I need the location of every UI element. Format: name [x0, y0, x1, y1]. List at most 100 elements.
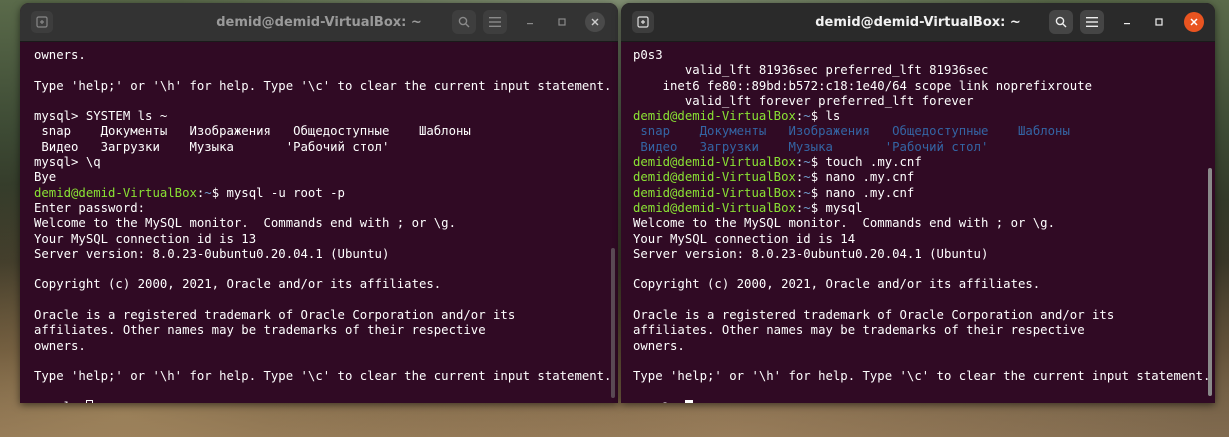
command-text: ls	[825, 109, 841, 124]
terminal-line: Welcome to the MySQL monitor. Commands e…	[633, 216, 1215, 231]
output-text: mysql> SYSTEM ls ~	[34, 109, 168, 124]
terminal-line: inet6 fe80::89bd:b572:c18:1e40/64 scope …	[633, 79, 1215, 94]
terminal-line: mysql> SYSTEM ls ~	[34, 109, 618, 124]
terminal-output[interactable]: owners. Type 'help;' or '\h' for help. Ty…	[20, 42, 618, 403]
prompt-user: demid@demid-VirtualBox	[34, 185, 197, 200]
terminal-line: demid@demid-VirtualBox:~$ touch .my.cnf	[633, 155, 1215, 170]
terminal-line: mysql>	[633, 399, 1215, 403]
command-text: touch .my.cnf	[825, 155, 922, 170]
maximize-icon[interactable]	[1149, 12, 1169, 32]
terminal-output[interactable]: p0s3 valid_lft 81936sec preferred_lft 81…	[621, 42, 1215, 403]
terminal-line: Enter password:	[34, 201, 618, 216]
output-text: Enter password:	[34, 200, 146, 215]
prompt-path: ~	[803, 109, 811, 124]
directory-entry: Общедоступные	[869, 124, 989, 139]
prompt-user: demid@demid-VirtualBox	[633, 170, 796, 185]
directory-entry: Документы	[670, 124, 767, 139]
output-text: mysql>	[34, 400, 86, 403]
directory-entry: Изображения	[766, 124, 870, 139]
output-text: snap Документы Изображения Общедоступные…	[34, 124, 471, 139]
directory-entry: 'Рабочий стол'	[832, 139, 989, 154]
command-text: mysql	[825, 200, 863, 215]
terminal-line: Welcome to the MySQL monitor. Commands e…	[34, 216, 618, 231]
terminal-line: Your MySQL connection id is 13	[34, 232, 618, 247]
output-text: valid_lft forever preferred_lft forever	[633, 93, 974, 108]
hamburger-menu-icon[interactable]	[483, 10, 507, 34]
prompt-symbol: $	[211, 185, 227, 200]
terminal-line: Type 'help;' or '\h' for help. Type '\c'…	[34, 369, 618, 384]
output-text: valid_lft 81936sec preferred_lft 81936se…	[633, 63, 989, 78]
terminal-line: owners.	[34, 48, 618, 63]
directory-entry: snap	[633, 124, 671, 139]
terminal-window-left[interactable]: demid@demid-VirtualBox: ~ owners. Type 'h…	[20, 3, 618, 403]
search-icon[interactable]	[452, 10, 476, 34]
output-text: Type 'help;' or '\h' for help. Type '\c'…	[34, 78, 612, 93]
prompt-symbol: $	[810, 170, 826, 185]
prompt-symbol: $	[810, 155, 826, 170]
terminal-line: Copyright (c) 2000, 2021, Oracle and/or …	[34, 277, 618, 292]
close-icon[interactable]	[1184, 12, 1204, 32]
output-text: mysql>	[633, 401, 685, 403]
output-text: Oracle is a registered trademark of Orac…	[34, 308, 516, 323]
output-text: Copyright (c) 2000, 2021, Oracle and/or …	[34, 277, 442, 292]
terminal-line: owners.	[633, 339, 1215, 354]
terminal-line: mysql>	[34, 399, 618, 403]
terminal-line: mysql> \q	[34, 155, 618, 170]
output-text: affiliates. Other names may be trademark…	[34, 323, 486, 338]
prompt-symbol: $	[810, 109, 826, 124]
terminal-line: snap Документы Изображения Общедоступные…	[633, 124, 1215, 139]
output-text: Welcome to the MySQL monitor. Commands e…	[633, 216, 1055, 231]
terminal-line: demid@demid-VirtualBox:~$ nano .my.cnf	[633, 170, 1215, 185]
output-text: Your MySQL connection id is 14	[633, 231, 856, 246]
directory-entry: Загрузки	[677, 139, 759, 154]
terminal-line: demid@demid-VirtualBox:~$ mysql	[633, 201, 1215, 216]
prompt-path: ~	[803, 170, 811, 185]
terminal-line: valid_lft forever preferred_lft forever	[633, 94, 1215, 109]
scrollbar[interactable]	[1208, 168, 1212, 396]
command-text: mysql -u root -p	[226, 185, 345, 200]
close-icon[interactable]	[585, 12, 605, 32]
output-text: Type 'help;' or '\h' for help. Type '\c'…	[633, 369, 1211, 384]
terminal-line: p0s3	[633, 48, 1215, 63]
terminal-line: Видео Загрузки Музыка 'Рабочий стол'	[34, 140, 618, 155]
scrollbar[interactable]	[611, 248, 615, 398]
output-text: Welcome to the MySQL monitor. Commands e…	[34, 216, 456, 231]
prompt-path: ~	[803, 155, 811, 170]
search-icon[interactable]	[1049, 10, 1073, 34]
output-text: Your MySQL connection id is 13	[34, 231, 257, 246]
output-text: Server version: 8.0.23-0ubuntu0.20.04.1 …	[34, 246, 390, 261]
terminal-window-right[interactable]: demid@demid-VirtualBox: ~ p0s3 valid_lft…	[621, 3, 1215, 403]
titlebar[interactable]: demid@demid-VirtualBox: ~	[621, 3, 1215, 42]
minimize-icon[interactable]	[520, 12, 540, 32]
output-text: Copyright (c) 2000, 2021, Oracle and/or …	[633, 277, 1041, 292]
terminal-line: affiliates. Other names may be trademark…	[633, 323, 1215, 338]
terminal-line: owners.	[34, 339, 618, 354]
terminal-line: Bye	[34, 170, 618, 185]
terminal-line: Oracle is a registered trademark of Orac…	[633, 308, 1215, 323]
terminal-line: affiliates. Other names may be trademark…	[34, 323, 618, 338]
prompt-symbol: $	[810, 185, 826, 200]
output-text: owners.	[34, 338, 86, 353]
maximize-icon[interactable]	[552, 12, 572, 32]
output-text: Bye	[34, 170, 57, 185]
output-text: Видео Загрузки Музыка 'Рабочий стол'	[34, 139, 390, 154]
prompt-user: demid@demid-VirtualBox	[633, 185, 796, 200]
prompt-path: ~	[803, 185, 811, 200]
prompt-user: demid@demid-VirtualBox	[633, 109, 796, 124]
hamburger-menu-icon[interactable]	[1080, 10, 1104, 34]
minimize-icon[interactable]	[1117, 12, 1137, 32]
prompt-path: ~	[204, 185, 212, 200]
output-text: p0s3	[633, 48, 663, 62]
terminal-line: Oracle is a registered trademark of Orac…	[34, 308, 618, 323]
output-text: mysql> \q	[34, 155, 101, 170]
output-text: Oracle is a registered trademark of Orac…	[633, 308, 1115, 323]
output-text: affiliates. Other names may be trademark…	[633, 323, 1085, 338]
titlebar[interactable]: demid@demid-VirtualBox: ~	[20, 3, 618, 42]
